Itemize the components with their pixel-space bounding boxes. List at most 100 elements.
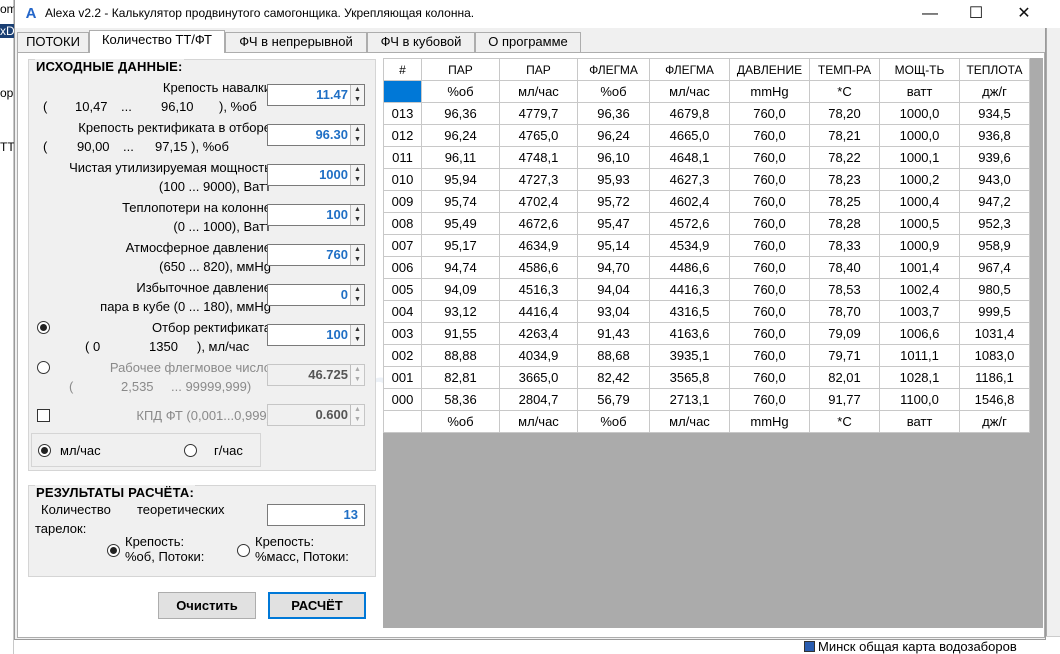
table-cell[interactable]: 95,14 xyxy=(577,234,650,257)
table-row[interactable]: 005 94,09 4516,3 94,04 4416,3 760,0 78,53 1002,… xyxy=(383,278,1030,301)
table-cell[interactable]: 760,0 xyxy=(729,212,810,235)
table-cell[interactable]: 78,23 xyxy=(809,168,880,191)
table-cell[interactable]: 009 xyxy=(383,190,422,213)
spin-down-icon[interactable]: ▼ xyxy=(350,175,364,185)
table-header-cell[interactable]: ДАВЛЕНИЕ xyxy=(729,58,810,81)
table-cell[interactable]: 1000,5 xyxy=(879,212,960,235)
units-g-radio[interactable] xyxy=(184,444,197,457)
table-cell[interactable]: 4672,6 xyxy=(499,212,578,235)
table-row[interactable]: 013 96,36 4779,7 96,36 4679,8 760,0 78,20 1000,… xyxy=(383,102,1030,125)
table-cell[interactable]: 936,8 xyxy=(959,124,1030,147)
heat-loss-spinner[interactable]: 100 ▲ ▼ xyxy=(267,204,365,226)
table-cell[interactable]: 967,4 xyxy=(959,256,1030,279)
title-bar[interactable]: A Alexa v2.2 - Калькулятор продвинутого … xyxy=(15,0,1047,28)
spin-up-icon[interactable]: ▲ xyxy=(350,245,364,255)
spin-up-icon[interactable]: ▲ xyxy=(350,285,364,295)
table-cell[interactable]: %об xyxy=(421,410,500,433)
table-cell[interactable]: 003 xyxy=(383,322,422,345)
table-cell[interactable]: 93,12 xyxy=(421,300,500,323)
table-cell[interactable]: 760,0 xyxy=(729,146,810,169)
table-cell[interactable]: 4602,4 xyxy=(649,190,730,213)
table-cell[interactable]: 78,53 xyxy=(809,278,880,301)
table-cell[interactable]: 006 xyxy=(383,256,422,279)
table-cell[interactable] xyxy=(383,410,422,433)
table-cell[interactable]: 001 xyxy=(383,366,422,389)
table-cell[interactable]: 78,25 xyxy=(809,190,880,213)
table-cell[interactable]: 012 xyxy=(383,124,422,147)
mode-mass-label[interactable]: %масс, Потоки: xyxy=(255,549,349,564)
table-cell[interactable]: 760,0 xyxy=(729,278,810,301)
fortress-load-spinner[interactable]: 11.47 ▲ ▼ xyxy=(267,84,365,106)
table-cell[interactable]: 1100,0 xyxy=(879,388,960,411)
table-cell[interactable]: 934,5 xyxy=(959,102,1030,125)
table-row[interactable]: 002 88,88 4034,9 88,68 3935,1 760,0 79,71 1011,… xyxy=(383,344,1030,367)
table-cell[interactable]: 760,0 xyxy=(729,300,810,323)
table-cell[interactable]: 760,0 xyxy=(729,256,810,279)
excess-pressure-value[interactable]: 0 xyxy=(268,285,350,305)
table-cell[interactable]: 4634,9 xyxy=(499,234,578,257)
spin-down-icon[interactable]: ▼ xyxy=(350,135,364,145)
table-cell[interactable]: 94,74 xyxy=(421,256,500,279)
table-header-cell[interactable]: ПАР xyxy=(421,58,500,81)
table-cell[interactable]: 3935,1 xyxy=(649,344,730,367)
table-cell[interactable]: 760,0 xyxy=(729,344,810,367)
table-cell[interactable]: 010 xyxy=(383,168,422,191)
table-cell[interactable]: 1186,1 xyxy=(959,366,1030,389)
table-cell[interactable]: 1000,0 xyxy=(879,124,960,147)
table-cell[interactable]: 4765,0 xyxy=(499,124,578,147)
table-cell[interactable]: 943,0 xyxy=(959,168,1030,191)
table-cell[interactable]: 1011,1 xyxy=(879,344,960,367)
table-cell[interactable]: 82,01 xyxy=(809,366,880,389)
clear-button[interactable]: Очистить xyxy=(158,592,256,619)
reflux-radio[interactable] xyxy=(37,361,50,374)
table-row[interactable]: 001 82,81 3665,0 82,42 3565,8 760,0 82,01 1028,… xyxy=(383,366,1030,389)
table-cell[interactable]: 4727,3 xyxy=(499,168,578,191)
table-cell[interactable]: 1031,4 xyxy=(959,322,1030,345)
table-cell[interactable]: 013 xyxy=(383,102,422,125)
table-cell[interactable]: 4586,6 xyxy=(499,256,578,279)
table-cell[interactable]: 95,93 xyxy=(577,168,650,191)
table-cell[interactable]: ватт xyxy=(879,80,960,103)
table-cell[interactable]: 4416,3 xyxy=(649,278,730,301)
table-cell[interactable]: 1083,0 xyxy=(959,344,1030,367)
table-cell[interactable]: 939,6 xyxy=(959,146,1030,169)
table-cell[interactable]: 78,33 xyxy=(809,234,880,257)
excess-pressure-spinner[interactable]: 0 ▲ ▼ xyxy=(267,284,365,306)
table-cell[interactable]: 4702,4 xyxy=(499,190,578,213)
table-cell[interactable]: 4748,1 xyxy=(499,146,578,169)
table-cell[interactable]: 78,21 xyxy=(809,124,880,147)
table-cell[interactable]: 96,36 xyxy=(577,102,650,125)
table-cell[interactable]: 1000,4 xyxy=(879,190,960,213)
table-cell[interactable]: 95,47 xyxy=(577,212,650,235)
table-cell[interactable]: 82,81 xyxy=(421,366,500,389)
table-cell[interactable]: 1001,4 xyxy=(879,256,960,279)
table-cell[interactable]: 2713,1 xyxy=(649,388,730,411)
table-cell[interactable]: 79,09 xyxy=(809,322,880,345)
table-cell[interactable]: мл/час xyxy=(499,410,578,433)
table-cell[interactable]: 78,20 xyxy=(809,102,880,125)
table-cell[interactable]: 95,94 xyxy=(421,168,500,191)
table-row[interactable]: 011 96,11 4748,1 96,10 4648,1 760,0 78,22 1000,… xyxy=(383,146,1030,169)
table-cell[interactable]: 1000,9 xyxy=(879,234,960,257)
efficiency-value[interactable]: 0.600 xyxy=(268,405,350,425)
spin-down-icon[interactable]: ▼ xyxy=(350,415,364,425)
table-cell[interactable]: 4516,3 xyxy=(499,278,578,301)
maximize-button[interactable]: ☐ xyxy=(953,0,999,28)
table-cell[interactable]: 94,04 xyxy=(577,278,650,301)
results-grid[interactable]: # ПАР ПАР ФЛЕГМА ФЛЕГМА ДАВЛЕНИЕ ТЕМП-РА МОЩ-ТЬ… xyxy=(383,58,1043,628)
table-cell[interactable]: дж/г xyxy=(959,410,1030,433)
table-cell[interactable]: 760,0 xyxy=(729,388,810,411)
tab-reflux-continuous[interactable]: ФЧ в непрерывной xyxy=(225,32,367,52)
table-cell[interactable]: 760,0 xyxy=(729,322,810,345)
table-cell[interactable]: %об xyxy=(577,80,650,103)
fortress-rectified-value[interactable]: 96.30 xyxy=(268,125,350,145)
spin-up-icon[interactable]: ▲ xyxy=(350,85,364,95)
table-cell[interactable]: 1546,8 xyxy=(959,388,1030,411)
table-cell[interactable]: 3665,0 xyxy=(499,366,578,389)
table-cell[interactable]: mmHg xyxy=(729,80,810,103)
spin-up-icon[interactable]: ▲ xyxy=(350,365,364,375)
table-cell[interactable]: 4648,1 xyxy=(649,146,730,169)
table-cell[interactable]: 952,3 xyxy=(959,212,1030,235)
table-cell[interactable]: 91,43 xyxy=(577,322,650,345)
table-cell[interactable]: 78,70 xyxy=(809,300,880,323)
